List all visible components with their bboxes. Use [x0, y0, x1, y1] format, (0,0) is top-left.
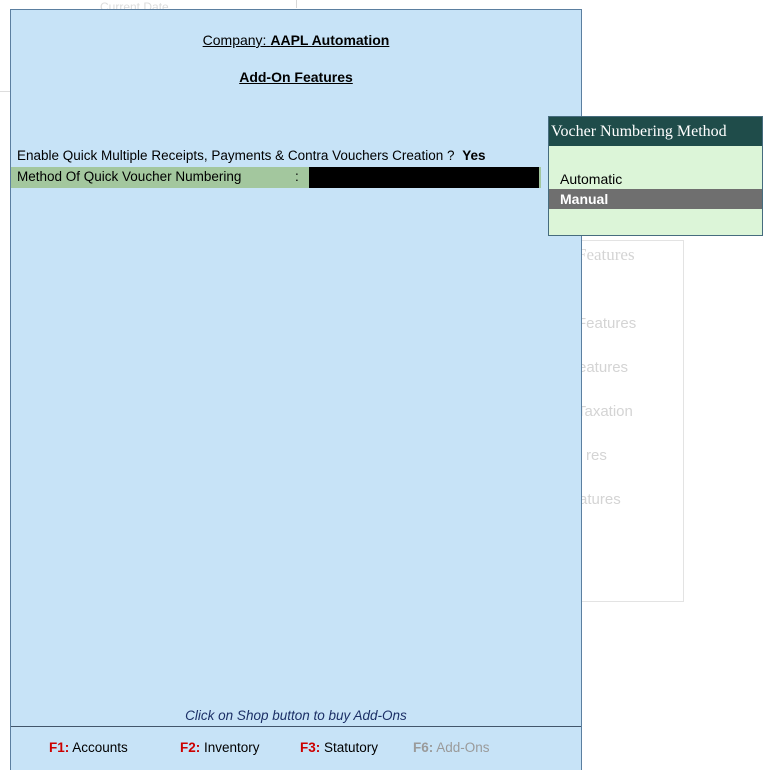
background-item: Features: [577, 315, 637, 332]
f1-key: F1:: [49, 740, 70, 755]
quick-multiple-vouchers-label: Enable Quick Multiple Receipts, Payments…: [17, 148, 455, 163]
voucher-numbering-field[interactable]: [309, 167, 539, 188]
f2-inventory-button[interactable]: F2: Inventory: [180, 740, 260, 755]
f3-key: F3:: [300, 740, 321, 755]
background-item: eatures: [578, 359, 629, 376]
f2-label: Inventory: [204, 740, 260, 755]
footer-divider: [11, 726, 581, 727]
background-panel-title: Features: [577, 245, 635, 264]
quick-multiple-vouchers-value[interactable]: Yes: [462, 148, 485, 163]
screen-title: Add-On Features: [239, 69, 353, 85]
quick-multiple-vouchers-row[interactable]: Enable Quick Multiple Receipts, Payments…: [17, 148, 486, 163]
background-item: Taxation: [577, 403, 633, 420]
add-on-features-panel: Company: AAPL Automation Add-On Features…: [10, 9, 582, 770]
background-item: res: [586, 447, 607, 464]
voucher-numbering-method-list: Vocher Numbering Method Automatic Manual: [548, 116, 763, 236]
f6-label: Add-Ons: [436, 740, 490, 755]
voucher-numbering-colon: :: [295, 169, 299, 184]
f2-key: F2:: [180, 740, 201, 755]
f6-add-ons-button[interactable]: F6: Add-Ons: [413, 740, 490, 755]
list-item-automatic[interactable]: Automatic: [549, 169, 762, 189]
popup-title: Vocher Numbering Method: [549, 117, 762, 146]
shop-note: Click on Shop button to buy Add-Ons: [185, 708, 407, 723]
background-line: [0, 91, 10, 92]
voucher-numbering-label: Method Of Quick Voucher Numbering: [17, 169, 242, 184]
background-divider: [296, 0, 297, 8]
company-header: Company: AAPL Automation: [11, 32, 581, 48]
voucher-numbering-row[interactable]: Method Of Quick Voucher Numbering :: [11, 167, 541, 188]
f1-label: Accounts: [72, 740, 128, 755]
f3-statutory-button[interactable]: F3: Statutory: [300, 740, 378, 755]
f3-label: Statutory: [324, 740, 379, 755]
f1-accounts-button[interactable]: F1: Accounts: [49, 740, 128, 755]
company-label: Company:: [202, 32, 267, 48]
background-item: atures: [579, 491, 621, 508]
list-item-manual[interactable]: Manual: [549, 189, 762, 209]
company-name: AAPL Automation: [270, 32, 390, 48]
f6-key: F6:: [413, 740, 434, 755]
